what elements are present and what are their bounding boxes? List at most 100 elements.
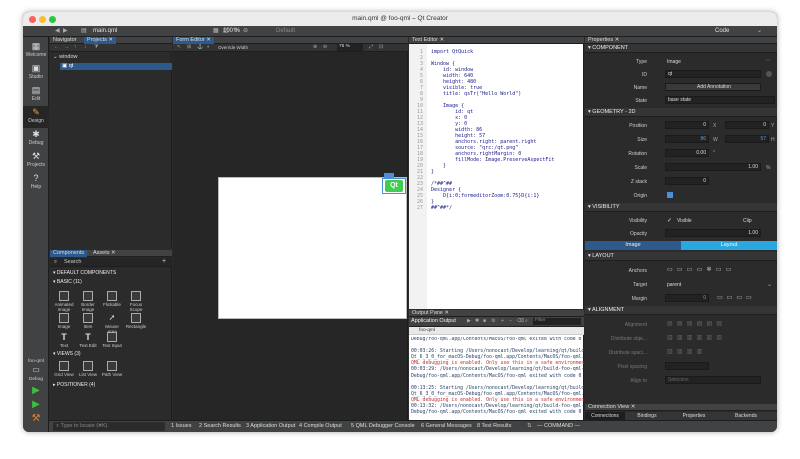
output-filter-input[interactable]: Filter bbox=[533, 318, 581, 325]
alignment-section-header[interactable]: ▾ ALIGNMENT bbox=[585, 306, 777, 315]
search-input[interactable]: Search bbox=[64, 259, 81, 265]
component-rectangle[interactable]: Rectangle bbox=[125, 313, 147, 329]
component-animated-image[interactable]: Animated Image bbox=[53, 291, 75, 312]
close-icon[interactable]: ✕ bbox=[108, 37, 113, 43]
component-focus-scope[interactable]: Focus Scope bbox=[125, 291, 147, 312]
tab-connections[interactable]: Connections bbox=[585, 412, 625, 420]
opacity-input[interactable]: 1.00 bbox=[665, 229, 761, 237]
tab-connection-properties[interactable]: Properties bbox=[669, 412, 719, 420]
zoom-window-button[interactable] bbox=[49, 16, 56, 23]
tab-bindings[interactable]: Bindings bbox=[627, 412, 667, 420]
back-arrow-icon[interactable]: ◀ bbox=[55, 27, 60, 36]
align-to-select[interactable]: Selection bbox=[665, 376, 761, 384]
size-height-input[interactable]: 57 bbox=[725, 135, 769, 143]
chevron-down-icon[interactable]: ⌄ bbox=[767, 281, 772, 288]
output-log[interactable]: Debug/foo-qml.app/Contents/MacOS/foo-qml… bbox=[411, 337, 584, 419]
component-grid-view[interactable]: Grid View bbox=[53, 361, 75, 377]
close-icon[interactable]: ✕ bbox=[111, 250, 116, 256]
positioner-section-header[interactable]: ▸ POSITIONER (4) bbox=[53, 381, 95, 389]
design-canvas[interactable]: Qt bbox=[218, 173, 407, 319]
component-item[interactable]: Item bbox=[77, 313, 99, 329]
code-area[interactable]: 1 import QtQuick 2 3 Window {4 id: window 5 w… bbox=[409, 49, 584, 211]
chevron-down-icon[interactable]: ⌄ bbox=[757, 27, 762, 36]
minimize-window-button[interactable] bbox=[39, 16, 46, 23]
mode-welcome[interactable]: ▦ Welcome bbox=[23, 40, 49, 62]
build-button[interactable]: ⚒ bbox=[23, 413, 49, 427]
mode-help[interactable]: ? Help bbox=[23, 172, 49, 194]
target-select[interactable]: parent bbox=[667, 282, 681, 288]
form-zoom-select[interactable]: 75 % bbox=[337, 44, 363, 51]
pixel-spacing-input[interactable] bbox=[665, 362, 709, 370]
tab-text-editor[interactable]: Text Editor ✕ bbox=[409, 37, 447, 44]
zoom-level[interactable]: 100 % bbox=[223, 27, 240, 36]
debug-icon[interactable]: ✱ bbox=[475, 318, 479, 324]
default-components-header[interactable]: ▾ DEFAULT COMPONENTS bbox=[53, 269, 116, 277]
tree-item-qt[interactable]: ▣ qt bbox=[60, 63, 172, 70]
status-search-results[interactable]: 2 Search Results bbox=[199, 421, 241, 432]
snap-icon[interactable]: ⊞ bbox=[187, 44, 191, 50]
rerun-icon[interactable]: ▶ bbox=[467, 318, 471, 324]
distribute-spacing-buttons[interactable]: ▥▥▥▥ bbox=[667, 348, 767, 356]
position-x-input[interactable]: 0 bbox=[665, 121, 709, 129]
locator-input[interactable]: ⌕ Type to locate (⌘K) bbox=[53, 422, 165, 431]
tab-components[interactable]: Components bbox=[50, 250, 88, 257]
distribute-objects-buttons[interactable]: ▥▥▥▥▥▥ bbox=[667, 334, 767, 342]
close-icon[interactable]: ✕ bbox=[444, 310, 449, 316]
arrow-right-icon[interactable]: → bbox=[64, 44, 69, 50]
close-icon[interactable]: ✕ bbox=[615, 37, 620, 43]
forward-arrow-icon[interactable]: ▶ bbox=[63, 27, 68, 36]
component-image[interactable]: Image bbox=[53, 313, 75, 329]
arrow-up-icon[interactable]: ↑ bbox=[74, 44, 77, 50]
run-tab-foo-qml[interactable]: foo-qml bbox=[419, 328, 435, 333]
run-button[interactable]: ▶ bbox=[23, 385, 49, 399]
qt-image-item[interactable]: Qt bbox=[382, 178, 406, 194]
rotation-input[interactable]: 0.00 bbox=[665, 149, 709, 157]
tab-form-editor[interactable]: Form Editor ✕ bbox=[173, 37, 214, 44]
zoom-in-icon[interactable]: ⊕ bbox=[313, 44, 317, 50]
select-tool-icon[interactable]: ↖ bbox=[177, 44, 181, 50]
kit-selector[interactable]: foo-qml ▭ Debug bbox=[23, 359, 49, 383]
add-module-icon[interactable]: + bbox=[162, 258, 166, 265]
color-icon[interactable]: ◐ bbox=[207, 44, 210, 50]
tree-item-window[interactable]: ⌄ window bbox=[53, 54, 77, 60]
visible-checkbox[interactable]: ✓ bbox=[667, 217, 672, 224]
tab-connection-view[interactable]: Connection View ✕ bbox=[585, 404, 638, 411]
clip-checkbox[interactable] bbox=[716, 216, 724, 223]
position-y-input[interactable]: 0 bbox=[725, 121, 769, 129]
code-line[interactable]: 27 ##^##*/ bbox=[409, 205, 584, 211]
component-flickable[interactable]: Flickable bbox=[101, 291, 123, 307]
tab-output-pane[interactable]: Output Pane ✕ bbox=[409, 310, 452, 317]
zoom-in-icon[interactable]: + bbox=[501, 318, 504, 324]
status-qml-debugger-console[interactable]: 5 QML Debugger Console bbox=[351, 421, 415, 432]
close-icon[interactable]: ✕ bbox=[440, 37, 445, 43]
component-list-view[interactable]: List View bbox=[77, 361, 99, 377]
mode-studio[interactable]: ▣ Studio bbox=[23, 62, 49, 84]
fit-icon[interactable]: ⤢ bbox=[369, 44, 373, 50]
open-file-name[interactable]: main.qml bbox=[93, 27, 117, 36]
more-icon[interactable]: ⋯ bbox=[765, 57, 771, 64]
arrow-left-icon[interactable]: ← bbox=[54, 44, 59, 50]
filter-icon[interactable]: ⌕ bbox=[525, 318, 528, 324]
arrow-down-icon[interactable]: ↓ bbox=[84, 44, 87, 50]
status-test-results[interactable]: 8 Test Results bbox=[477, 421, 511, 432]
attach-icon[interactable]: ⚙ bbox=[491, 318, 495, 324]
alias-toggle-icon[interactable] bbox=[766, 71, 772, 77]
component-section-header[interactable]: ▾ COMPONENT bbox=[585, 44, 777, 53]
debug-run-button[interactable]: ▶ bbox=[23, 399, 49, 413]
alignment-buttons[interactable]: ▤▤▤▤▤▤ bbox=[667, 320, 767, 328]
status-general-messages[interactable]: 6 General Messages bbox=[421, 421, 472, 432]
basic-section-header[interactable]: ▾ BASIC (11) bbox=[53, 278, 82, 286]
clear-icon[interactable]: ⌫ bbox=[517, 318, 524, 324]
default-dropdown[interactable]: Default bbox=[276, 27, 295, 36]
origin-picker[interactable] bbox=[667, 192, 673, 198]
status-issues[interactable]: 1 Issues bbox=[171, 421, 191, 432]
close-icon[interactable]: ✕ bbox=[206, 37, 211, 43]
component-mouse-area[interactable]: ➚Mouse Area bbox=[101, 313, 123, 334]
toggle-icon[interactable]: ⇅ bbox=[527, 421, 532, 432]
component-path-view[interactable]: Path View bbox=[101, 361, 123, 377]
id-input[interactable]: qt bbox=[665, 70, 761, 78]
mode-projects[interactable]: ⚒ Projects bbox=[23, 150, 49, 172]
mode-edit[interactable]: ▤ Edit bbox=[23, 84, 49, 106]
reset-view-icon[interactable]: ⊡ bbox=[379, 44, 383, 50]
tab-assets[interactable]: Assets ✕ bbox=[90, 250, 119, 257]
